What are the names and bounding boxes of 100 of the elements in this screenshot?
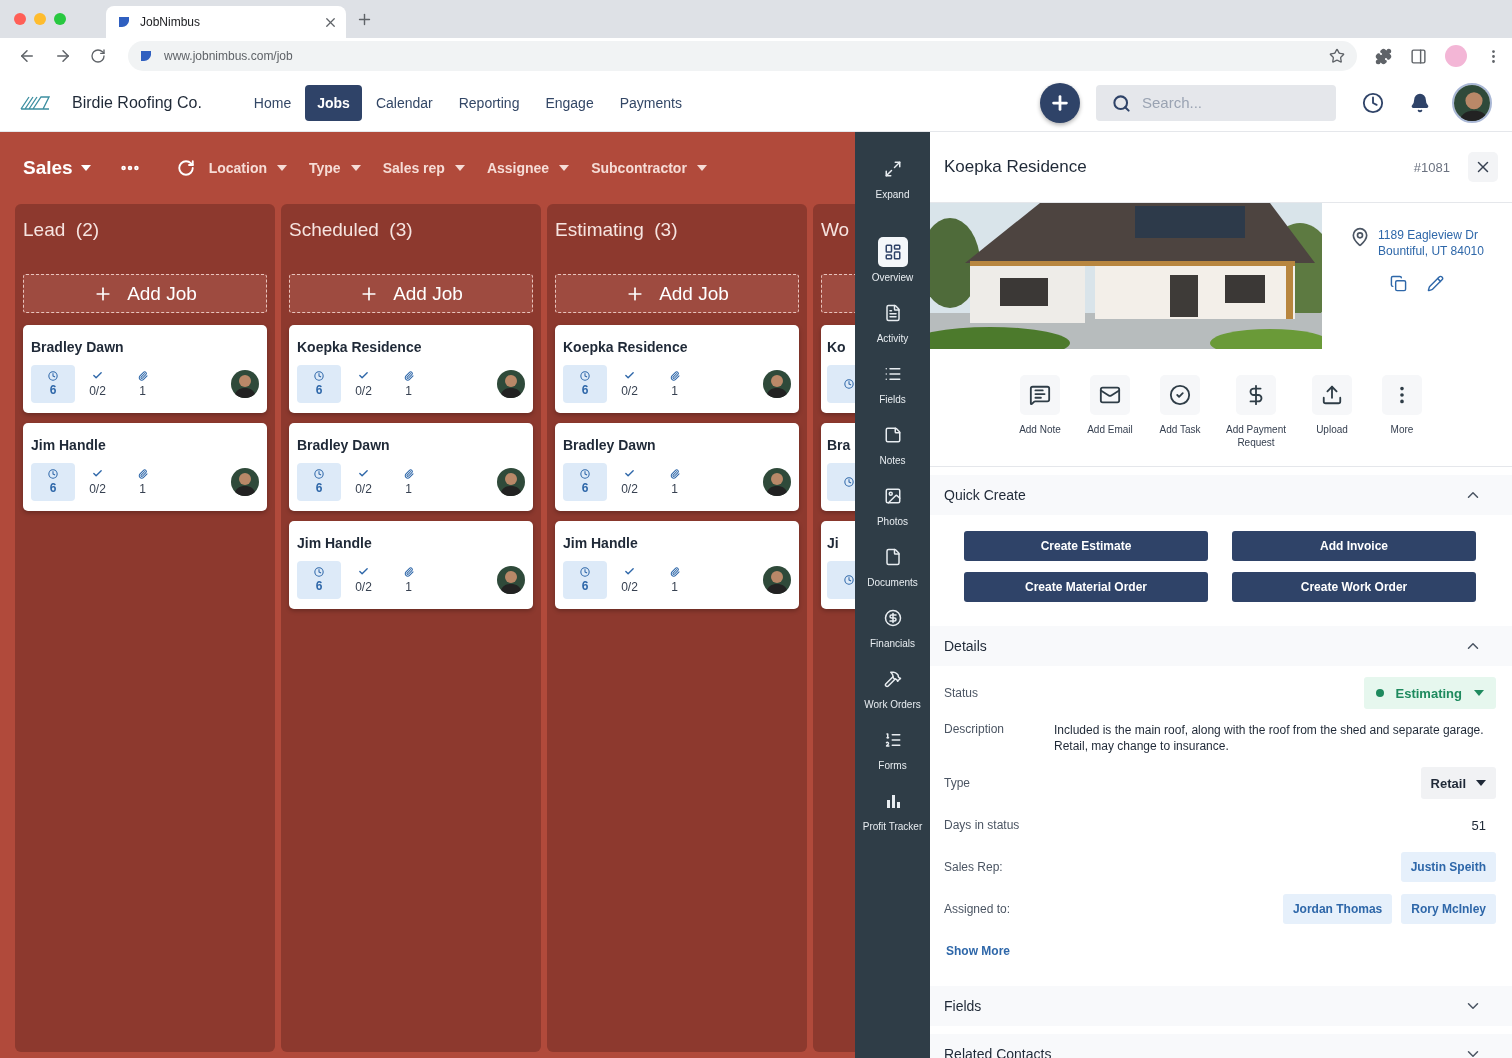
add-button[interactable] <box>1040 82 1080 123</box>
quick-create-button[interactable]: Create Material Order <box>964 572 1208 602</box>
attachment-count: 1 <box>671 579 678 594</box>
action-button[interactable]: Add Payment Request <box>1218 375 1294 466</box>
rail-item[interactable]: Overview <box>855 237 930 283</box>
nav-tab[interactable]: Jobs <box>305 84 362 121</box>
add-job-button[interactable]: Add Job <box>289 274 533 313</box>
add-job-button[interactable]: Add Job <box>555 274 799 313</box>
copy-icon[interactable] <box>1390 275 1407 292</box>
rail-item[interactable]: Photos <box>855 481 930 527</box>
dollar-icon <box>1236 375 1276 415</box>
search-field[interactable]: Search... <box>1096 84 1336 121</box>
nav-tab[interactable]: Payments <box>607 84 694 121</box>
filter-dropdown[interactable]: Subcontractor <box>591 160 687 176</box>
rail-item[interactable]: Fields <box>855 359 930 405</box>
job-card[interactable]: Bradley Dawn 6 0/2 1 <box>289 423 533 511</box>
job-card[interactable]: Ko <box>821 325 855 413</box>
person-chip[interactable]: Justin Speith <box>1400 852 1496 882</box>
nav-tab[interactable]: Engage <box>533 84 606 121</box>
section-header[interactable]: Fields <box>930 986 1512 1026</box>
reload-icon[interactable] <box>90 48 106 64</box>
job-card[interactable]: Bradley Dawn 6 0/2 1 <box>555 423 799 511</box>
job-card[interactable]: Jim Handle 6 0/2 1 <box>555 521 799 609</box>
job-card[interactable]: Jim Handle 6 0/2 1 <box>23 423 267 511</box>
company-name: Birdie Roofing Co. <box>72 93 202 112</box>
filter-dropdown[interactable]: Assignee <box>486 160 550 176</box>
section-header[interactable]: Quick Create <box>930 475 1512 515</box>
filter-dropdown[interactable]: Type <box>309 160 341 176</box>
check-icon <box>92 468 103 479</box>
side-panel-icon[interactable] <box>1410 47 1427 65</box>
dropdown-button[interactable]: Estimating <box>1363 677 1496 709</box>
section-header[interactable]: Details <box>930 626 1512 666</box>
forward-icon[interactable] <box>54 47 72 65</box>
rail-item[interactable]: Activity <box>855 298 930 344</box>
caret-icon <box>277 165 287 171</box>
rail-item[interactable]: Financials <box>855 603 930 649</box>
quick-create-button[interactable]: Create Estimate <box>964 531 1208 561</box>
job-card[interactable]: Jim Handle 6 0/2 1 <box>289 521 533 609</box>
job-card[interactable]: Koepka Residence 6 0/2 1 <box>289 325 533 413</box>
caret-icon <box>696 165 707 171</box>
upload-icon <box>1312 375 1352 415</box>
nav-tab[interactable]: Home <box>241 84 304 121</box>
refresh-icon[interactable] <box>176 159 195 177</box>
rail-item[interactable]: Documents <box>855 542 930 588</box>
clock-icon[interactable] <box>1362 91 1384 114</box>
filter-dropdown[interactable]: Location <box>208 160 267 176</box>
back-icon[interactable] <box>18 47 36 65</box>
card-title: Bradley Dawn <box>297 437 390 453</box>
nav-tab[interactable]: Reporting <box>446 84 532 121</box>
person-chip[interactable]: Rory McInley <box>1401 894 1496 924</box>
show-more-link[interactable]: Show More <box>946 944 1010 958</box>
avatar <box>231 370 259 398</box>
star-icon[interactable] <box>1329 48 1345 64</box>
quick-create-button[interactable]: Create Work Order <box>1232 572 1476 602</box>
check-icon <box>358 566 369 577</box>
job-card[interactable]: Ji <box>821 521 855 609</box>
paperclip-icon <box>669 566 680 577</box>
bell-icon[interactable] <box>1410 92 1430 113</box>
user-avatar[interactable] <box>1452 82 1492 123</box>
job-card[interactable]: Bra <box>821 423 855 511</box>
nav-tab[interactable]: Calendar <box>363 84 445 121</box>
logo-icon <box>20 95 50 110</box>
rail-item[interactable]: Work Orders <box>855 664 930 710</box>
close-button[interactable] <box>1468 152 1498 182</box>
clock-icon <box>314 469 324 479</box>
address-link[interactable]: 1189 Eagleview Dr Bountiful, UT 84010 <box>1378 227 1484 259</box>
dashboard-icon <box>877 237 908 267</box>
paperclip-icon <box>403 468 414 479</box>
job-card[interactable]: Bradley Dawn 6 0/2 1 <box>23 325 267 413</box>
action-button[interactable]: Add Email <box>1078 375 1142 466</box>
check-icon <box>624 370 635 381</box>
add-job-button[interactable]: Add Job <box>23 274 267 313</box>
action-button[interactable]: Add Task <box>1148 375 1212 466</box>
address-bar[interactable]: www.jobnimbus.com/job <box>128 41 1357 71</box>
clock-icon <box>580 567 590 577</box>
avatar <box>763 566 791 594</box>
caret-icon <box>454 165 465 171</box>
browser-tab[interactable]: JobNimbus <box>106 6 346 38</box>
person-chip[interactable]: Jordan Thomas <box>1282 894 1393 924</box>
rail-item[interactable]: Notes <box>855 420 930 466</box>
rail-item[interactable]: Expand <box>855 154 930 200</box>
puzzle-icon[interactable] <box>1375 47 1392 65</box>
avatar <box>231 468 259 496</box>
action-button[interactable]: Upload <box>1300 375 1364 466</box>
paperclip-icon <box>669 370 680 381</box>
task-count: 0/2 <box>89 384 106 398</box>
pencil-icon[interactable] <box>1427 275 1444 292</box>
clock-icon <box>580 371 590 381</box>
rail-item[interactable]: Profit Tracker <box>855 786 930 832</box>
dropdown-button[interactable]: Retail <box>1420 767 1496 799</box>
view-dropdown[interactable]: Sales <box>23 157 73 179</box>
job-card[interactable]: Koepka Residence 6 0/2 1 <box>555 325 799 413</box>
filter-dropdown[interactable]: Sales rep <box>382 160 445 176</box>
quick-create-button[interactable]: Add Invoice <box>1232 531 1476 561</box>
action-button[interactable]: Add Note <box>1008 375 1072 466</box>
action-button[interactable]: More <box>1370 375 1434 466</box>
card-title: Ko <box>827 339 846 355</box>
field-label: Assigned to: <box>944 902 1012 916</box>
card-title: Bradley Dawn <box>563 437 656 453</box>
rail-item[interactable]: Forms <box>855 725 930 771</box>
